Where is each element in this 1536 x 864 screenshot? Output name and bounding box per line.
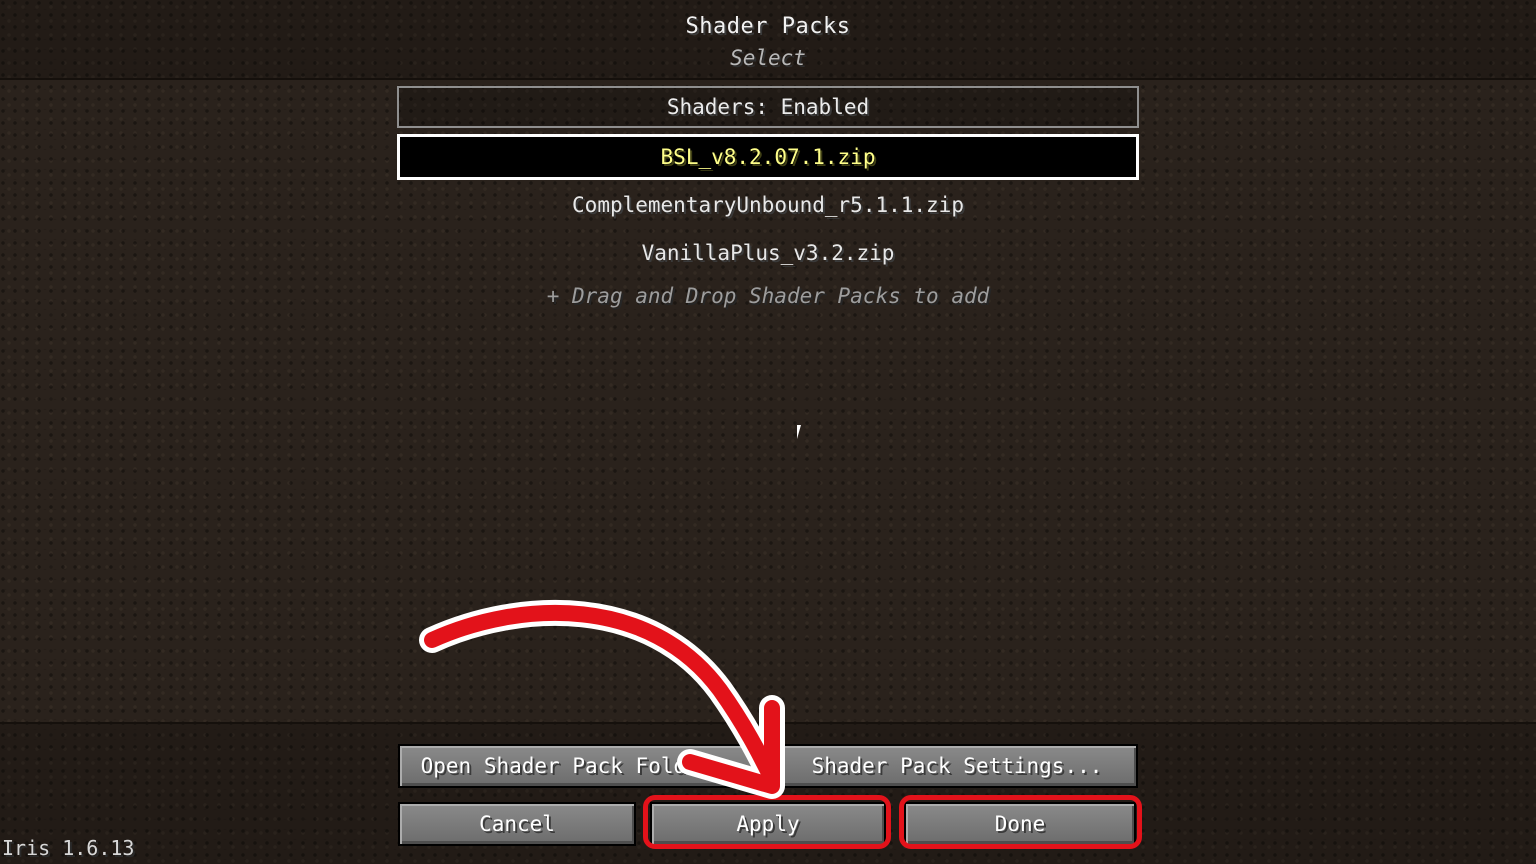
shader-pack-label: ComplementaryUnbound_r5.1.1.zip xyxy=(572,193,964,217)
version-label: Iris 1.6.13 xyxy=(2,836,135,860)
apply-button[interactable]: Apply xyxy=(650,802,886,846)
mouse-pointer-icon xyxy=(797,425,805,439)
shader-pack-label: VanillaPlus_v3.2.zip xyxy=(641,241,895,265)
shader-pack-settings-button[interactable]: Shader Pack Settings... xyxy=(776,744,1138,788)
drag-drop-hint: + Drag and Drop Shader Packs to add xyxy=(546,284,990,308)
shader-pack-item-bsl[interactable]: BSL_v8.2.07.1.zip xyxy=(397,134,1139,180)
page-subtitle: Select xyxy=(730,46,806,70)
shader-pack-label: BSL_v8.2.07.1.zip xyxy=(660,145,876,169)
done-button[interactable]: Done xyxy=(904,802,1136,846)
cancel-button[interactable]: Cancel xyxy=(398,802,636,846)
shader-pack-item-vanillaplus[interactable]: VanillaPlus_v3.2.zip xyxy=(397,230,1139,276)
shaders-toggle-button[interactable]: Shaders: Enabled xyxy=(397,86,1139,128)
open-shader-pack-folder-button[interactable]: Open Shader Pack Folder... xyxy=(398,744,772,788)
page-title: Shader Packs xyxy=(685,14,851,39)
shader-pack-item-complementary[interactable]: ComplementaryUnbound_r5.1.1.zip xyxy=(397,182,1139,228)
